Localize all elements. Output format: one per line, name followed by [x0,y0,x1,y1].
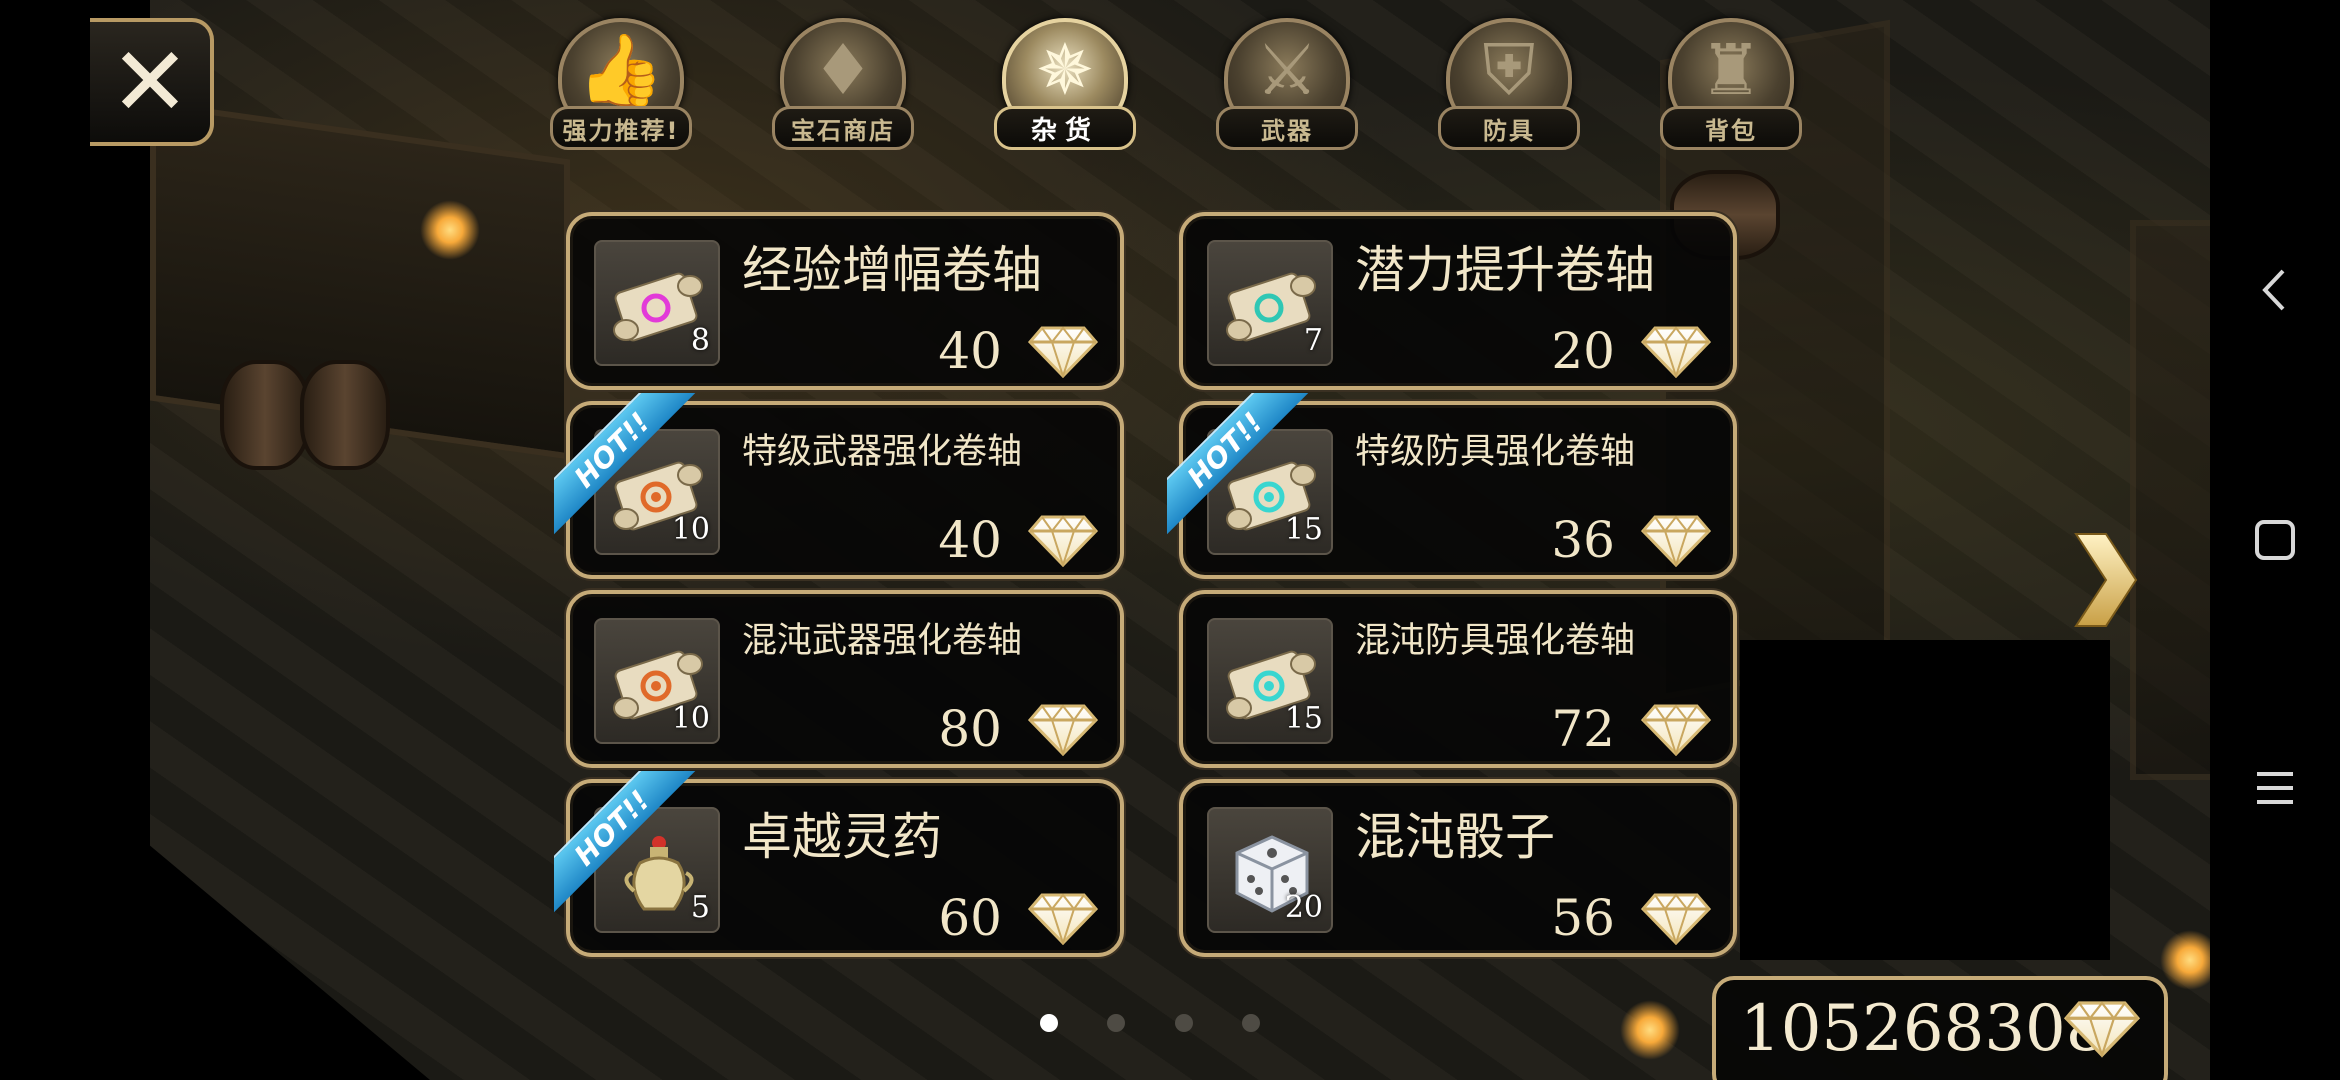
nav-back-button[interactable] [2245,260,2305,320]
item-name: 潜力提升卷轴 [1355,241,1655,299]
thumbs-up-icon: 👍 [577,29,665,111]
shop-item-card[interactable]: 15 混沌防具强化卷轴 72 [1179,590,1737,768]
compass-icon: ✵ [1035,29,1095,111]
diamond-icon [1028,513,1098,567]
tab-recommended[interactable]: 👍 强力推荐! [550,18,692,158]
item-name: 特级防具强化卷轴 [1355,432,1636,472]
item-price: 80 [938,700,1002,758]
tab-misc[interactable]: ✵ 杂货 [994,18,1136,158]
diamond-icon [2064,998,2140,1058]
item-price: 72 [1551,700,1615,758]
item-icon-box: 15 [1207,429,1333,555]
item-quantity: 5 [690,890,710,925]
tab-label: 背包 [1660,106,1802,150]
tab-bag[interactable]: ♜ 背包 [1660,18,1802,158]
item-icon-box: 5 [594,807,720,933]
back-icon [2262,269,2285,311]
close-button[interactable]: ✕ [90,18,214,146]
wall-lamp [2160,930,2210,990]
item-price: 36 [1551,511,1615,569]
tab-armor[interactable]: ⛨ 防具 [1438,18,1580,158]
diamond-icon [1028,324,1098,378]
item-name: 特级武器强化卷轴 [742,432,1023,472]
next-page-arrow-icon[interactable] [2070,530,2140,630]
item-price: 56 [1551,889,1615,947]
barrel [300,360,390,470]
menu-lines-icon [2257,772,2293,804]
item-name: 混沌武器强化卷轴 [742,621,1023,661]
diamond-icon [1641,891,1711,945]
tab-label: 武器 [1216,106,1358,150]
shop-item-card[interactable]: 7 潜力提升卷轴 20 [1179,212,1737,390]
shop-item-card[interactable]: 8 经验增幅卷轴 40 [566,212,1124,390]
diamond-icon [1028,891,1098,945]
item-name: 卓越灵药 [742,808,942,866]
diamond-icon [1028,702,1098,756]
barrel [220,360,310,470]
item-price: 20 [1551,322,1615,380]
shop-item-card[interactable]: 10 混沌武器强化卷轴 80 [566,590,1124,768]
item-icon-box: 10 [594,618,720,744]
gem-balance-amount: 105268308 [1740,992,2107,1066]
diamond-icon [1641,702,1711,756]
tab-weapons[interactable]: ⚔ 武器 [1216,18,1358,158]
item-quantity: 20 [1284,890,1323,925]
tab-label: 强力推荐! [550,106,692,150]
item-quantity: 8 [690,323,710,358]
item-quantity: 15 [1284,701,1323,736]
dark-area [1740,640,2110,960]
gem-balance: 105268308 [1712,976,2168,1080]
bag-icon: ♜ [1699,29,1763,111]
diamond-icon [1641,513,1711,567]
wall-lamp [420,200,480,260]
item-name: 混沌骰子 [1355,808,1555,866]
tab-label: 防具 [1438,106,1580,150]
item-icon-box: 10 [594,429,720,555]
gem-icon: ♦ [811,29,875,111]
item-price: 40 [938,511,1002,569]
item-quantity: 15 [1284,512,1323,547]
diamond-icon [1641,324,1711,378]
item-name: 混沌防具强化卷轴 [1355,621,1636,661]
item-quantity: 10 [671,512,710,547]
item-icon-box: 8 [594,240,720,366]
item-icon-box: 7 [1207,240,1333,366]
home-square-icon [2255,520,2295,560]
shop-item-card[interactable]: 15 特级防具强化卷轴 36 HOT!! [1167,393,1737,579]
item-quantity: 7 [1303,323,1323,358]
android-nav-bar [2210,0,2340,1080]
shop-item-card[interactable]: 20 混沌骰子 56 [1179,779,1737,957]
tab-label: 宝石商店 [772,106,914,150]
page-dot-1[interactable] [1040,1014,1058,1032]
item-icon-box: 15 [1207,618,1333,744]
page-dot-3[interactable] [1175,1014,1193,1032]
shop-item-card[interactable]: 5 卓越灵药 60 HOT!! [554,771,1124,957]
sword-icon: ⚔ [1255,29,1319,111]
item-price: 60 [938,889,1002,947]
shop-item-card[interactable]: 10 特级武器强化卷轴 40 HOT!! [554,393,1124,579]
nav-home-button[interactable] [2245,510,2305,570]
page-dot-2[interactable] [1107,1014,1125,1032]
item-icon-box: 20 [1207,807,1333,933]
page-dot-4[interactable] [1242,1014,1260,1032]
tab-label: 杂货 [994,106,1136,150]
item-price: 40 [938,322,1002,380]
nav-menu-button[interactable] [2245,758,2305,818]
item-quantity: 10 [671,701,710,736]
wall-panel [2130,220,2210,780]
shield-icon: ⛨ [1482,29,1536,111]
tab-gem-shop[interactable]: ♦ 宝石商店 [772,18,914,158]
close-icon: ✕ [109,26,191,138]
item-name: 经验增幅卷轴 [742,241,1042,299]
dark-area [0,720,430,1080]
wall-lamp [1620,1000,1680,1060]
